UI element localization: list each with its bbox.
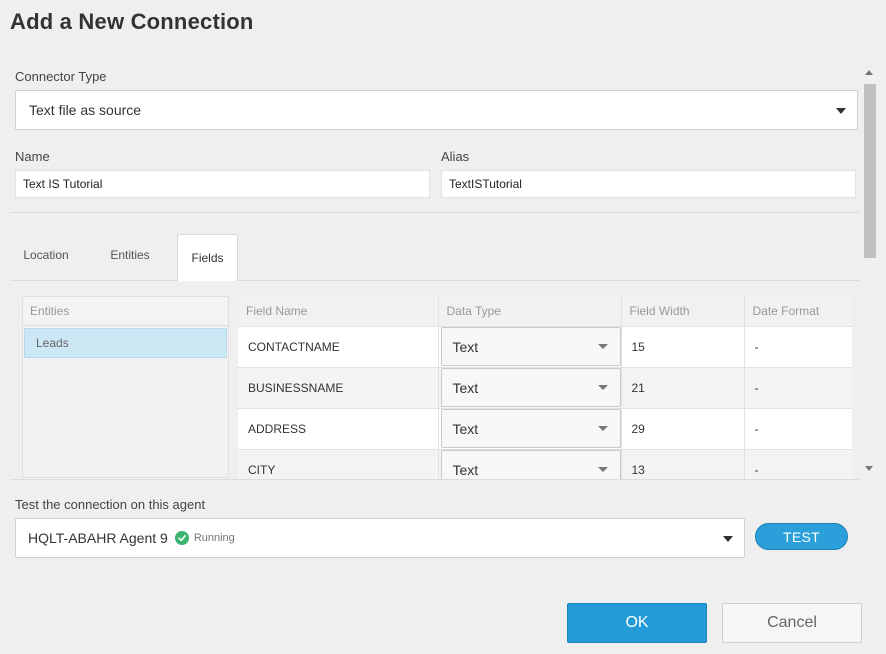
column-header-date-format: Date Format (744, 296, 852, 327)
tab-entities[interactable]: Entities (98, 236, 162, 274)
fields-grid: Field Name Data Type Field Width Date Fo… (238, 296, 852, 479)
tab-location[interactable]: Location (12, 236, 80, 274)
field-name-cell: BUSINESSNAME (238, 367, 439, 409)
data-type-value: Text (452, 338, 479, 355)
test-button[interactable]: TEST (755, 523, 848, 550)
column-header-field-width: Field Width (621, 296, 745, 327)
scroll-down-arrow-icon[interactable] (865, 466, 873, 471)
name-input-value: Text IS Tutorial (23, 177, 103, 191)
data-type-value: Text (452, 461, 479, 478)
data-type-select[interactable]: Text (440, 450, 621, 479)
caret-down-icon (597, 467, 608, 472)
data-type-select[interactable]: Text (440, 368, 621, 407)
data-type-select[interactable]: Text (440, 327, 621, 366)
entities-header: Entities (23, 297, 228, 326)
section-divider (10, 212, 860, 213)
field-width-cell[interactable]: 15 (621, 326, 745, 368)
entity-item-leads[interactable]: Leads (24, 328, 227, 358)
field-name-cell: CITY (238, 449, 439, 479)
column-header-data-type: Data Type (438, 296, 622, 327)
connector-type-label: Connector Type (15, 69, 107, 84)
caret-down-icon (597, 426, 608, 431)
tab-bar-line-right (238, 280, 860, 281)
tab-bar-line-left (10, 280, 177, 281)
date-format-cell[interactable]: - (744, 367, 852, 409)
agent-name: HQLT-ABAHR Agent 9 (28, 530, 168, 546)
data-type-select[interactable]: Text (440, 409, 621, 448)
cancel-button[interactable]: Cancel (722, 603, 862, 643)
dialog-title: Add a New Connection (10, 9, 254, 34)
table-row: ADDRESS Text 29 - (238, 408, 852, 450)
entities-panel: Entities Leads (22, 296, 229, 478)
name-input[interactable]: Text IS Tutorial (15, 170, 430, 198)
field-width-cell[interactable]: 21 (621, 367, 745, 409)
connector-type-value: Text file as source (29, 102, 142, 118)
table-row: BUSINESSNAME Text 21 - (238, 367, 852, 409)
field-width-cell[interactable]: 29 (621, 408, 745, 450)
name-label: Name (15, 149, 50, 164)
field-name-cell: CONTACTNAME (238, 326, 439, 368)
alias-input[interactable]: TextISTutorial (441, 170, 856, 198)
agent-status: Running (193, 532, 235, 544)
column-header-field-name: Field Name (238, 296, 439, 327)
alias-input-value: TextISTutorial (449, 177, 522, 191)
agent-label: Test the connection on this agent (15, 497, 206, 512)
data-type-value: Text (452, 420, 479, 437)
caret-down-icon (723, 536, 733, 542)
scrollbar-thumb[interactable] (864, 84, 876, 258)
agent-select[interactable]: HQLT-ABAHR Agent 9 Running (15, 518, 745, 558)
caret-down-icon (597, 385, 608, 390)
alias-label: Alias (441, 149, 470, 164)
field-name-cell: ADDRESS (238, 408, 439, 450)
caret-down-icon (597, 344, 608, 349)
scroll-up-arrow-icon[interactable] (865, 70, 873, 75)
table-row: CITY Text 13 - (238, 449, 852, 479)
grid-bottom-divider (10, 479, 860, 480)
table-row: CONTACTNAME Text 15 - (238, 326, 852, 368)
date-format-cell[interactable]: - (744, 326, 852, 368)
check-circle-icon (174, 531, 189, 545)
tab-fields[interactable]: Fields (177, 234, 238, 281)
connector-type-select[interactable]: Text file as source (15, 90, 858, 130)
date-format-cell[interactable]: - (744, 449, 852, 479)
ok-button[interactable]: OK (567, 603, 707, 643)
data-type-value: Text (452, 379, 479, 396)
field-width-cell[interactable]: 13 (621, 449, 745, 479)
date-format-cell[interactable]: - (744, 408, 852, 450)
caret-down-icon (836, 108, 846, 114)
